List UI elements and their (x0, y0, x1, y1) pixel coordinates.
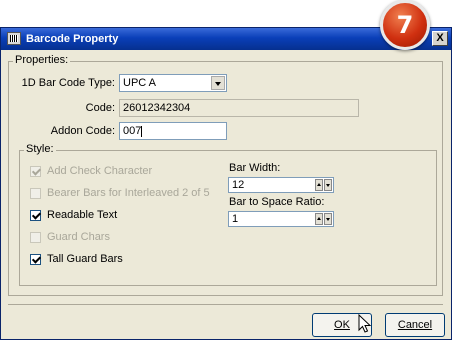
checkbox-label: Guard Chars (47, 231, 110, 243)
checkbox-label: Tall Guard Bars (47, 253, 123, 265)
checkbox-box[interactable] (30, 210, 41, 221)
cancel-button[interactable]: Cancel (385, 313, 445, 337)
bar-ratio-label: Bar to Space Ratio: (229, 196, 325, 208)
ok-button-label: OK (334, 319, 350, 331)
spin-down-icon[interactable] (324, 179, 332, 191)
code-field: 26012342304 (119, 99, 359, 117)
checkbox-label: Add Check Character (47, 165, 153, 177)
barcode-property-dialog: Barcode Property X Properties: 1D Bar Co… (0, 27, 452, 340)
code-value: 26012342304 (123, 102, 191, 114)
bar-width-label: Bar Width: (229, 162, 281, 174)
window-title: Barcode Property (26, 33, 119, 45)
addon-code-value: 007 (123, 125, 142, 137)
checkbox-box[interactable] (30, 166, 41, 177)
bar-ratio-spinner[interactable]: 1 (228, 211, 334, 227)
checkbox-box[interactable] (30, 188, 41, 199)
text-caret (141, 125, 143, 137)
button-separator (8, 304, 443, 305)
properties-legend: Properties: (13, 54, 71, 66)
barcode-app-icon (7, 32, 21, 45)
bar-code-type-label: 1D Bar Code Type: (21, 77, 115, 89)
bar-width-value: 12 (232, 179, 245, 191)
spin-up-icon[interactable] (315, 213, 323, 225)
bar-code-type-dropdown[interactable]: UPC A (119, 74, 227, 92)
style-legend: Style: (24, 143, 56, 155)
step-number-badge: 7 (380, 0, 430, 50)
addon-code-label: Addon Code: (50, 125, 115, 137)
checkbox-box[interactable] (30, 232, 41, 243)
bar-width-spinner[interactable]: 12 (228, 177, 334, 193)
checkbox-label: Bearer Bars for Interleaved 2 of 5 (47, 187, 210, 199)
bar-ratio-value: 1 (232, 213, 239, 225)
code-label: Code: (85, 102, 115, 114)
bar-code-type-value: UPC A (123, 77, 157, 89)
properties-group: Properties: 1D Bar Code Type: UPC A Code… (8, 54, 443, 296)
mouse-pointer-icon (358, 314, 372, 333)
style-group: Style: Add Check Character Bearer Bars f… (19, 143, 437, 286)
spin-up-icon[interactable] (315, 179, 323, 191)
cancel-button-label: Cancel (397, 319, 433, 331)
spin-down-icon[interactable] (324, 213, 332, 225)
addon-code-input[interactable]: 007 (119, 122, 227, 140)
chevron-down-icon[interactable] (211, 76, 225, 90)
close-button[interactable]: X (432, 31, 448, 46)
checkbox-box[interactable] (30, 254, 41, 265)
checkbox-label: Readable Text (47, 209, 118, 221)
